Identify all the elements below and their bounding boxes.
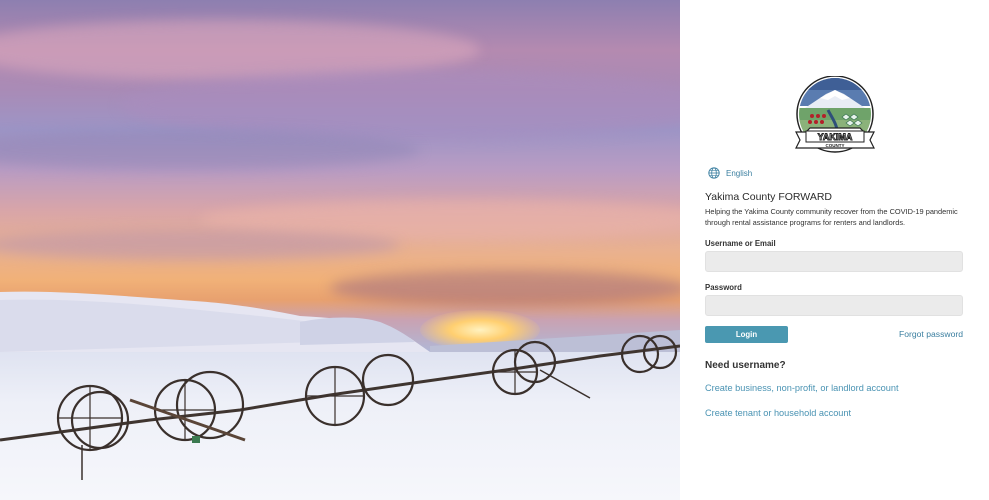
password-input[interactable] (705, 295, 963, 316)
page-title: Yakima County FORWARD (705, 191, 832, 203)
password-label: Password (705, 283, 742, 292)
forgot-password-link[interactable]: Forgot password (899, 329, 963, 339)
login-panel: YAKIMA COUNTY English Yakima County FORW… (680, 0, 989, 500)
username-input[interactable] (705, 251, 963, 272)
page-description: Helping the Yakima County community reco… (705, 207, 958, 227)
login-button[interactable]: Login (705, 326, 788, 343)
language-selector[interactable]: English (708, 166, 752, 180)
svg-text:YAKIMA: YAKIMA (818, 132, 853, 142)
signup-heading: Need username? (705, 360, 786, 371)
yakima-county-logo: YAKIMA COUNTY (795, 76, 875, 153)
language-label: English (726, 168, 753, 178)
create-business-account-link[interactable]: Create business, non-profit, or landlord… (705, 383, 899, 393)
background-photo (0, 0, 680, 500)
globe-icon (708, 167, 720, 179)
svg-text:COUNTY: COUNTY (826, 143, 845, 148)
snowy-hills-and-irrigation-wheels (0, 291, 680, 480)
username-label: Username or Email (705, 239, 776, 248)
create-tenant-account-link[interactable]: Create tenant or household account (705, 408, 851, 418)
